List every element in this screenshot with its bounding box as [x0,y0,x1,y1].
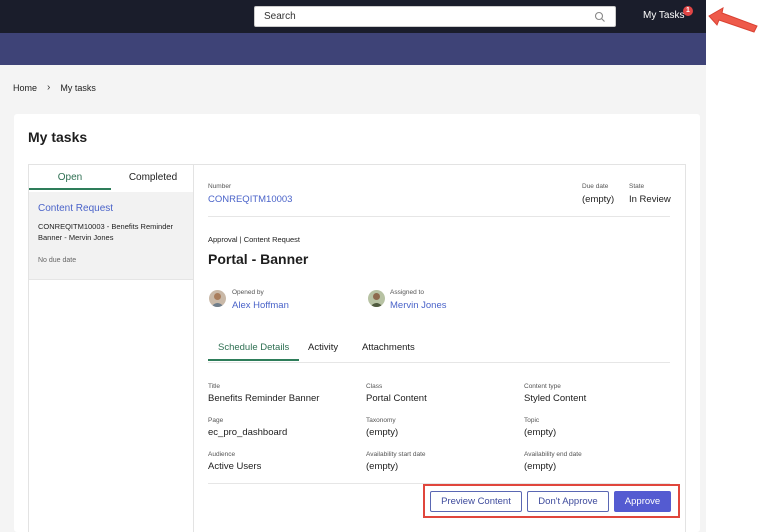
due-date-value: (empty) [582,194,615,205]
task-item-due: No due date [38,257,77,264]
top-nav-bar: Search My Tasks 1 [0,0,706,33]
field-taxonomy-label: Taxonomy [366,417,396,424]
field-page-label: Page [208,417,224,424]
assigned-to-label: Assigned to [390,289,424,296]
my-tasks-link[interactable]: My Tasks [643,10,685,21]
task-item-description: CONREQITM10003 - Benefits Reminder Banne… [38,222,174,242]
tabs-divider [208,362,670,363]
field-audience-label: Audience [208,451,236,458]
record-title: Portal - Banner [208,251,309,267]
task-item-title[interactable]: Content Request [38,203,113,214]
tab-activity[interactable]: Activity [308,342,338,353]
user-avatar-icon [368,290,385,307]
search-input[interactable]: Search [254,6,616,27]
page-title: My tasks [28,129,88,145]
field-topic-label: Topic [524,417,540,424]
field-avail-end-label: Availability end date [524,451,582,458]
annotation-arrow-icon [708,7,758,33]
breadcrumb-current: My tasks [60,82,96,93]
search-icon[interactable] [594,11,606,23]
field-taxonomy-value: (empty) [366,427,399,438]
breadcrumb-home[interactable]: Home [13,83,37,93]
task-list-item[interactable]: Content Request CONREQITM10003 - Benefit… [29,192,193,280]
field-topic-value: (empty) [524,427,557,438]
task-detail-panel: Number CONREQITM10003 Due date (empty) S… [194,164,686,532]
field-content-type-value: Styled Content [524,393,587,404]
my-tasks-badge: 1 [683,6,693,16]
field-avail-start-label: Availability start date [366,451,426,458]
dont-approve-button[interactable]: Don't Approve [527,491,609,512]
preview-content-button[interactable]: Preview Content [430,491,522,512]
breadcrumb: Home › My tasks [13,82,96,93]
search-placeholder: Search [264,11,296,22]
field-page-value: ec_pro_dashboard [208,427,288,438]
tab-completed[interactable]: Completed [111,165,195,190]
field-class-label: Class [366,383,383,390]
record-type: Approval | Content Request [208,235,301,244]
tab-schedule-details[interactable]: Schedule Details [208,342,300,361]
approve-button[interactable]: Approve [614,491,671,512]
number-label: Number [208,183,232,190]
field-audience-value: Active Users [208,461,262,472]
avatar [209,290,226,307]
tab-attachments[interactable]: Attachments [362,342,415,353]
field-class-value: Portal Content [366,393,427,404]
opened-by-value[interactable]: Alex Hoffman [232,300,289,311]
assigned-to-value[interactable]: Mervin Jones [390,300,447,311]
avatar [368,290,385,307]
field-title-value: Benefits Reminder Banner [208,393,320,404]
state-label: State [629,183,645,190]
field-title-label: Title [208,383,221,390]
task-list-panel: Open Completed Content Request CONREQITM… [28,164,194,532]
tab-open[interactable]: Open [29,165,111,190]
app-header-band [0,33,706,65]
chevron-right-icon: › [47,82,51,93]
opened-by-label: Opened by [232,289,264,296]
field-content-type-label: Content type [524,383,561,390]
field-avail-end-value: (empty) [524,461,557,472]
due-date-label: Due date [582,183,609,190]
tasks-card: My tasks Open Completed Content Request … [14,114,700,532]
user-avatar-icon [209,290,226,307]
divider [208,216,670,217]
field-avail-start-value: (empty) [366,461,399,472]
state-value: In Review [629,194,671,205]
number-value[interactable]: CONREQITM10003 [208,194,292,205]
